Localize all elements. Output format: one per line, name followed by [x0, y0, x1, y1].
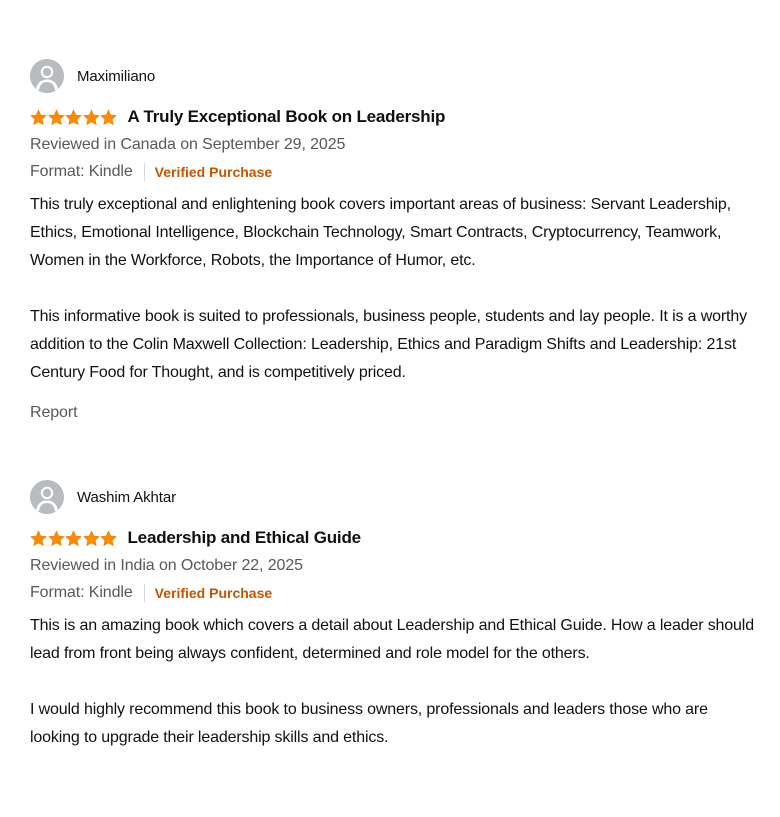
default-user-icon[interactable]: [30, 59, 64, 93]
reviews-page: Maximiliano A Truly Exceptional Book on …: [0, 0, 780, 817]
review-paragraph: This truly exceptional and enlightening …: [30, 196, 731, 269]
format-label[interactable]: Format: Kindle: [30, 579, 133, 607]
verified-purchase-badge: Verified Purchase: [154, 585, 273, 601]
review-date: Reviewed in India on October 22, 2025: [30, 557, 303, 574]
star-rating[interactable]: [30, 528, 118, 548]
review-title[interactable]: A Truly Exceptional Book on Leadership: [128, 107, 446, 127]
review-format-row: Format: Kindle Verified Purchase: [30, 158, 760, 186]
star-icon: [100, 108, 117, 125]
reviewer-profile[interactable]: Washim Akhtar: [30, 476, 760, 518]
format-label[interactable]: Format: Kindle: [30, 158, 133, 186]
reviewer-name[interactable]: Washim Akhtar: [77, 489, 176, 506]
review-card: Washim Akhtar Leadership and Ethical Gui…: [30, 476, 760, 752]
review-title-row: A Truly Exceptional Book on Leadership: [30, 103, 760, 131]
star-icon: [30, 108, 47, 125]
verified-purchase-badge: Verified Purchase: [154, 164, 273, 180]
star-icon: [47, 529, 65, 546]
review-body: This is an amazing book which covers a d…: [30, 612, 760, 752]
reviewer-name[interactable]: Maximiliano: [77, 68, 155, 85]
review-title[interactable]: Leadership and Ethical Guide: [128, 528, 362, 548]
star-icon: [65, 529, 82, 546]
default-user-icon[interactable]: [30, 480, 64, 514]
review-paragraph: I would highly recommend this book to bu…: [30, 701, 708, 746]
report-link[interactable]: Report: [30, 404, 78, 422]
star-icon: [100, 529, 117, 546]
review-date: Reviewed in Canada on September 29, 2025: [30, 136, 346, 153]
star-icon: [30, 529, 47, 546]
reviewer-profile[interactable]: Maximiliano: [30, 55, 760, 97]
divider: [143, 584, 145, 602]
star-icon: [65, 108, 82, 125]
review-paragraph: This is an amazing book which covers a d…: [30, 617, 754, 662]
review-card: Maximiliano A Truly Exceptional Book on …: [30, 55, 760, 422]
divider: [143, 163, 145, 181]
review-format-row: Format: Kindle Verified Purchase: [30, 579, 760, 607]
star-rating[interactable]: [30, 107, 118, 127]
star-icon: [82, 529, 100, 546]
review-title-row: Leadership and Ethical Guide: [30, 524, 760, 552]
star-icon: [47, 108, 65, 125]
star-icon: [82, 108, 100, 125]
review-body: This truly exceptional and enlightening …: [30, 191, 760, 387]
review-paragraph: This informative book is suited to profe…: [30, 308, 747, 381]
